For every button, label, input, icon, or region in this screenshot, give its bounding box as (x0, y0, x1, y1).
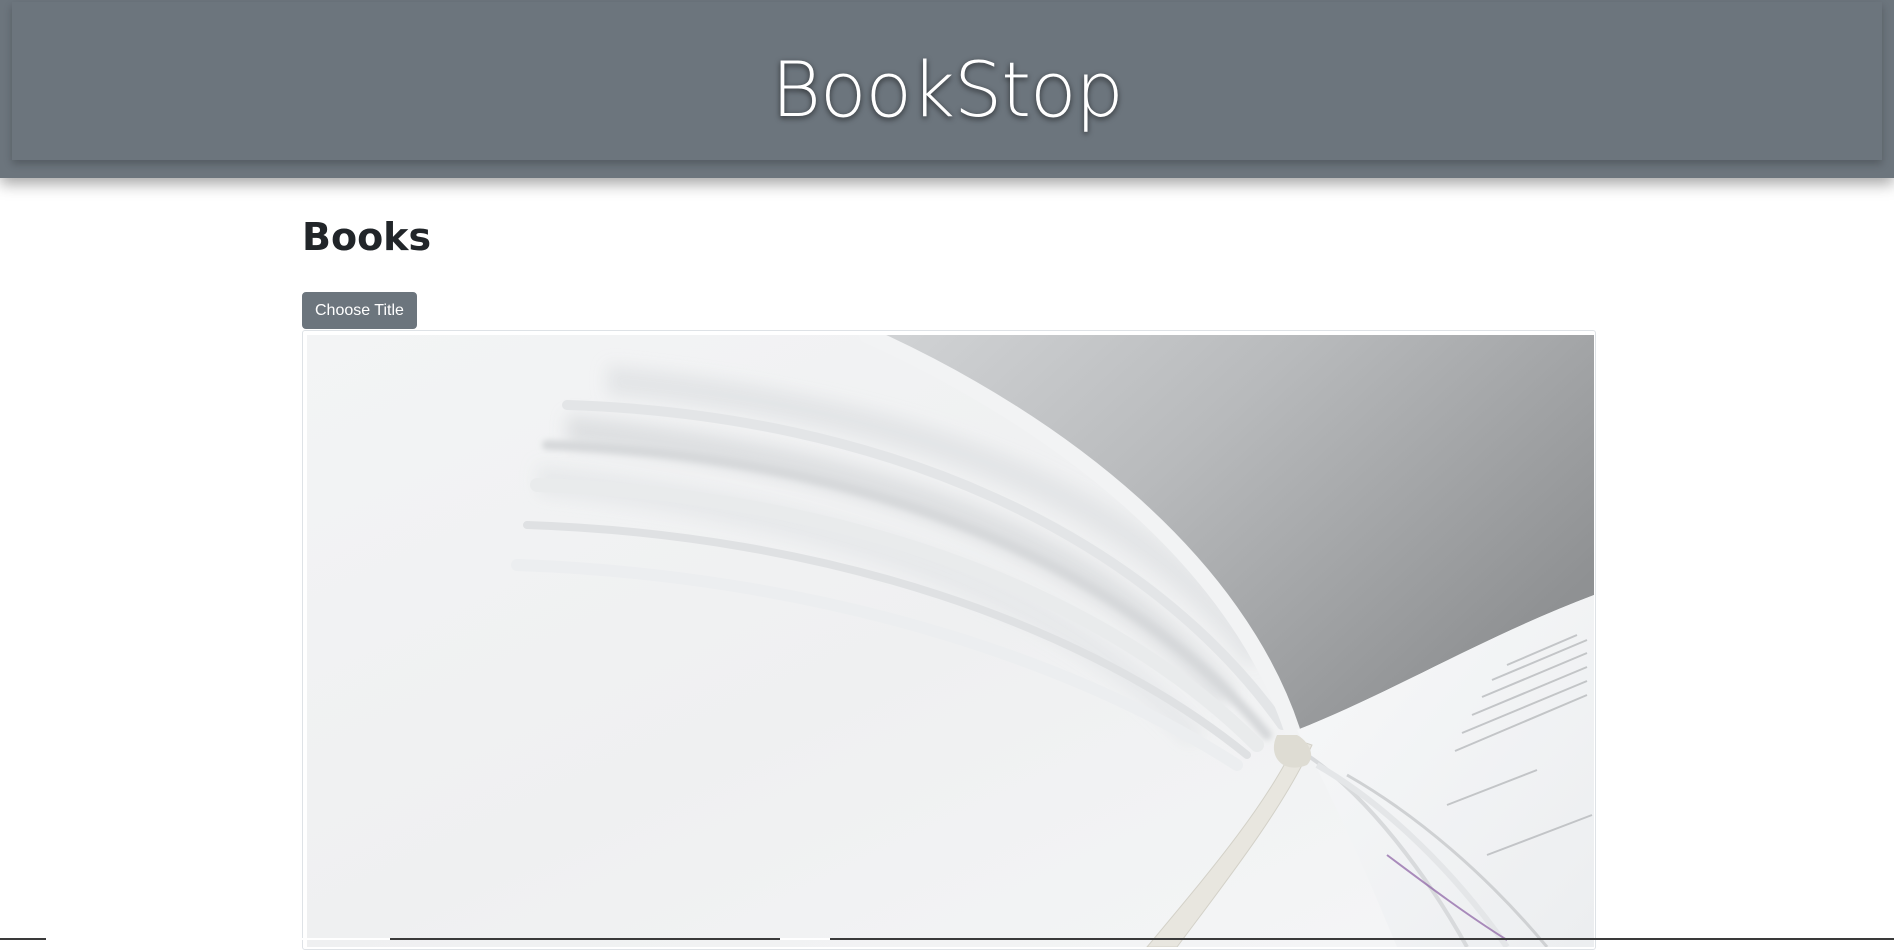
open-book-image (307, 335, 1594, 947)
choose-title-button[interactable]: Choose Title (302, 292, 417, 329)
main-content: Books Choose Title (302, 200, 1598, 270)
app-title: BookStop (771, 45, 1123, 134)
page-title: Books (302, 200, 1598, 270)
book-image-frame (302, 330, 1596, 950)
header-banner: BookStop (12, 2, 1882, 160)
open-book-illustration (307, 335, 1594, 947)
app-header: BookStop (0, 0, 1894, 178)
